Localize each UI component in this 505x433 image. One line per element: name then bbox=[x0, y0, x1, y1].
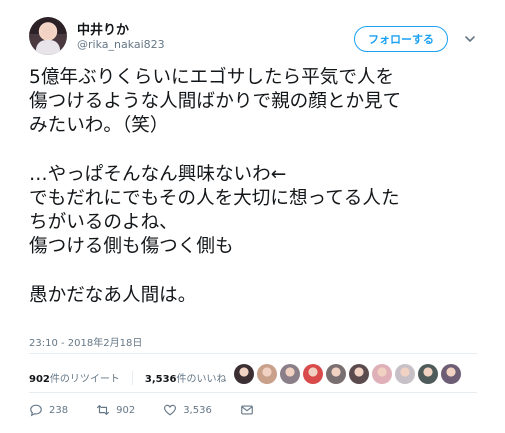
tweet-line: でもだれにでもその人を大切に想ってる人た bbox=[29, 187, 400, 209]
liker-avatar[interactable] bbox=[326, 364, 346, 384]
tweet-card: 中井りか @rika_nakai823 フォローする 5億年ぶりくらいにエゴサし… bbox=[0, 0, 505, 433]
chevron-down-icon[interactable] bbox=[463, 32, 477, 46]
liker-avatar[interactable] bbox=[395, 364, 415, 384]
reply-button[interactable]: 238 bbox=[29, 403, 68, 417]
liker-avatar[interactable] bbox=[303, 364, 323, 384]
tweet-line: みたいわ。（笑） bbox=[29, 115, 169, 137]
like-count: 3,536 bbox=[183, 404, 212, 416]
liker-avatar[interactable] bbox=[280, 364, 300, 384]
divider bbox=[29, 392, 477, 393]
retweets-stat[interactable]: 902件のリツイート bbox=[29, 370, 120, 385]
user-avatar[interactable] bbox=[29, 17, 67, 55]
likes-count: 3,536 bbox=[144, 374, 177, 385]
tweet-line: …やっぱそんなん興味ないわ← bbox=[29, 163, 287, 185]
retweet-icon bbox=[97, 405, 110, 415]
tweet-line: 傷つけるような人間ばかりで親の顔とか見て bbox=[29, 91, 402, 113]
liker-avatar[interactable] bbox=[441, 364, 461, 384]
liker-avatar[interactable] bbox=[418, 364, 438, 384]
envelope-icon bbox=[241, 405, 253, 415]
reply-icon bbox=[30, 404, 42, 417]
retweet-button[interactable]: 902 bbox=[96, 403, 135, 417]
tweet-line: 傷つける側も傷つく側も bbox=[29, 236, 234, 258]
tweet-line: 5億年ぶりくらいにエゴサしたら平気で人を bbox=[29, 67, 395, 88]
heart-icon bbox=[164, 404, 177, 416]
tweet-timestamp[interactable]: 23:10 - 2018年2月18日 bbox=[29, 334, 142, 349]
liker-avatar[interactable] bbox=[234, 364, 254, 384]
likes-stat[interactable]: 3,536件のいいね bbox=[145, 370, 227, 385]
liker-avatar[interactable] bbox=[372, 364, 392, 384]
direct-message-button[interactable] bbox=[240, 403, 254, 417]
liker-avatar[interactable] bbox=[257, 364, 277, 384]
tweet-line: 愚かだなあ人間は。 bbox=[29, 284, 197, 306]
user-handle[interactable]: @rika_nakai823 bbox=[77, 38, 165, 51]
action-bar: 238 902 3,536 bbox=[29, 403, 282, 417]
tweet-line: ちがいるのよね、 bbox=[29, 212, 178, 234]
liker-avatar[interactable] bbox=[349, 364, 369, 384]
user-display-name[interactable]: 中井りか bbox=[77, 19, 129, 38]
like-button[interactable]: 3,536 bbox=[163, 403, 212, 417]
reply-count: 238 bbox=[49, 404, 69, 416]
retweets-label: 件のリツイート bbox=[49, 374, 120, 385]
retweet-count: 902 bbox=[116, 404, 136, 416]
follow-button[interactable]: フォローする bbox=[354, 26, 448, 52]
liker-avatars bbox=[234, 364, 461, 384]
follow-button-label: フォローする bbox=[368, 33, 434, 46]
divider bbox=[29, 353, 477, 354]
tweet-text: 5億年ぶりくらいにエゴサしたら平気で人を 傷つけるような人間ばかりで親の顔とか見て… bbox=[29, 66, 484, 308]
likes-label: 件のいいね bbox=[176, 374, 227, 385]
engagement-stats: 902件のリツイート 3,536件のいいね bbox=[29, 370, 227, 385]
retweets-count: 902 bbox=[29, 374, 50, 385]
